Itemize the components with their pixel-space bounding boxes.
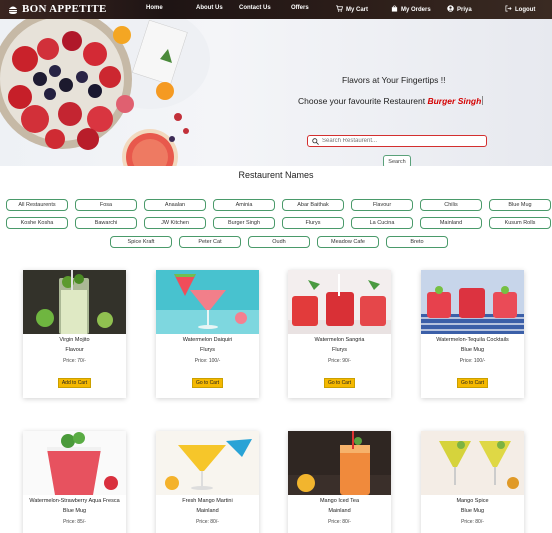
product-card: Mango Iced Tea Mainland Price: 80/- xyxy=(288,431,391,533)
restaurant-button[interactable]: Oudh xyxy=(248,236,310,248)
nav-home[interactable]: Home xyxy=(146,5,163,11)
product-image-virgin-mojito xyxy=(23,270,126,334)
restaurant-button[interactable]: Meadow Cafe xyxy=(317,236,379,248)
section-title: Restaurent Names xyxy=(238,170,314,180)
product-image-mango-iced-tea xyxy=(288,431,391,495)
fruit-bowl-image xyxy=(0,19,210,166)
nav-offers[interactable]: Offers xyxy=(291,5,309,11)
restaurant-button[interactable]: Burger Singh xyxy=(213,217,275,229)
burger-icon xyxy=(9,6,17,14)
nav-contact-us[interactable]: Contact Us xyxy=(239,5,271,11)
product-price: Price: 100/- xyxy=(459,358,486,364)
hero-prompt: Choose your favourite Restaurent Burger … xyxy=(298,96,484,106)
nav-user-label: Priya xyxy=(457,7,472,13)
product-card: Mango Spice Blue Mug Price: 80/- xyxy=(421,431,524,533)
restaurant-button[interactable]: Flurys xyxy=(282,217,344,229)
product-card: Virgin Mojito Flavour Price: 70/- Add to… xyxy=(23,270,126,398)
product-image-mango-spice xyxy=(421,431,524,495)
product-image-watermelon-sangria xyxy=(288,270,391,334)
nav-orders-label: My Orders xyxy=(401,7,431,13)
restaurant-button[interactable]: Anaalan xyxy=(144,199,206,211)
product-restaurant: Flurys xyxy=(200,347,215,353)
restaurant-button[interactable]: Bawarchi xyxy=(75,217,137,229)
product-card: Fresh Mango Martini Mainland Price: 80/- xyxy=(156,431,259,533)
product-name: Watermelon-Strawberry Aqua Fresca xyxy=(29,498,120,504)
product-name: Watermelon Sangria xyxy=(314,337,365,343)
restaurant-button[interactable]: JW Kitchen xyxy=(144,217,206,229)
product-name: Fresh Mango Martini xyxy=(182,498,233,504)
product-image-watermelon-daiquiri xyxy=(156,270,259,334)
product-price: Price: 70/- xyxy=(63,358,86,364)
restaurant-button[interactable]: Fosa xyxy=(75,199,137,211)
product-card: Watermelon-Tequila Cocktails Blue Mug Pr… xyxy=(421,270,524,398)
product-price: Price: 80/- xyxy=(461,519,484,525)
typing-cursor xyxy=(482,96,484,105)
nav-logout[interactable]: Logout xyxy=(505,5,535,13)
product-card: Watermelon-Strawberry Aqua Fresca Blue M… xyxy=(23,431,126,533)
add-to-cart-button[interactable]: Add to Cart xyxy=(57,378,92,388)
logout-icon xyxy=(505,5,512,12)
product-restaurant: Flurys xyxy=(332,347,347,353)
product-restaurant: Mainland xyxy=(328,508,351,514)
product-restaurant: Blue Mug xyxy=(460,347,485,353)
search-box[interactable] xyxy=(307,135,487,147)
hero-prompt-text: Choose your favourite Restaurent xyxy=(298,96,428,106)
brand[interactable]: BON APPETITE xyxy=(8,3,107,15)
restaurant-button[interactable]: Blue Mug xyxy=(489,199,551,211)
nav-about-us[interactable]: About Us xyxy=(196,5,223,11)
restaurant-button[interactable]: Koshe Kosha xyxy=(6,217,68,229)
product-name: Watermelon Daiquiri xyxy=(182,337,233,343)
navbar: BON APPETITE Home About Us Contact Us Of… xyxy=(0,0,552,19)
nav-logout-label: Logout xyxy=(515,7,536,13)
brand-name: BON APPETITE xyxy=(22,3,107,15)
product-card: Watermelon Daiquiri Flurys Price: 100/- … xyxy=(156,270,259,398)
product-restaurant: Mainland xyxy=(196,508,219,514)
hero-tagline: Flavors at Your Fingertips !! xyxy=(342,75,446,85)
nav-cart-label: My Cart xyxy=(346,7,369,13)
product-restaurant: Blue Mug xyxy=(460,508,485,514)
product-name: Watermelon-Tequila Cocktails xyxy=(436,337,509,343)
product-image-fresh-mango-martini xyxy=(156,431,259,495)
product-card: Watermelon Sangria Flurys Price: 90/- Go… xyxy=(288,270,391,398)
product-image-watermelon-strawberry-aqua-fresca xyxy=(23,431,126,495)
product-price: Price: 100/- xyxy=(194,358,221,364)
restaurant-button[interactable]: Aminia xyxy=(213,199,275,211)
nav-user[interactable]: Priya xyxy=(447,5,472,13)
product-price: Price: 85/- xyxy=(63,519,86,525)
product-image-watermelon-tequila-cocktails xyxy=(421,270,524,334)
hero-highlight-restaurant: Burger Singh xyxy=(427,96,482,106)
product-restaurant: Blue Mug xyxy=(62,508,87,514)
user-circle-icon xyxy=(447,5,454,12)
restaurant-button[interactable]: Mainland xyxy=(420,217,482,229)
restaurant-button[interactable]: Breto xyxy=(386,236,448,248)
search-button[interactable]: Search xyxy=(383,155,411,166)
restaurant-button[interactable]: Peter Cat xyxy=(179,236,241,248)
product-name: Mango Iced Tea xyxy=(319,498,360,504)
go-to-cart-button[interactable]: Go to Cart xyxy=(323,378,356,388)
product-price: Price: 80/- xyxy=(328,519,351,525)
page: BON APPETITE Home About Us Contact Us Of… xyxy=(0,0,552,533)
nav-orders[interactable]: My Orders xyxy=(391,5,431,13)
product-price: Price: 90/- xyxy=(328,358,351,364)
search-icon xyxy=(312,137,319,145)
product-price: Price: 80/- xyxy=(196,519,219,525)
product-restaurant: Flavour xyxy=(65,347,84,353)
restaurant-button[interactable]: La Cucina xyxy=(351,217,413,229)
restaurant-button[interactable]: Abar Baithak xyxy=(282,199,344,211)
restaurant-button-all[interactable]: All Restaurents xyxy=(6,199,68,211)
restaurant-button[interactable]: Chilis xyxy=(420,199,482,211)
nav-cart[interactable]: My Cart xyxy=(336,5,368,13)
cart-icon xyxy=(336,5,343,12)
bag-icon xyxy=(391,5,398,12)
restaurant-button[interactable]: Spice Kraft xyxy=(110,236,172,248)
search-input[interactable] xyxy=(322,138,482,144)
restaurant-button[interactable]: Kusum Rolls xyxy=(489,217,551,229)
restaurant-button[interactable]: Flavour xyxy=(351,199,413,211)
product-name: Mango Spice xyxy=(456,498,489,504)
go-to-cart-button[interactable]: Go to Cart xyxy=(191,378,224,388)
go-to-cart-button[interactable]: Go to Cart xyxy=(456,378,489,388)
product-name: Virgin Mojito xyxy=(59,337,90,343)
hero-banner: Flavors at Your Fingertips !! Choose you… xyxy=(0,19,552,166)
